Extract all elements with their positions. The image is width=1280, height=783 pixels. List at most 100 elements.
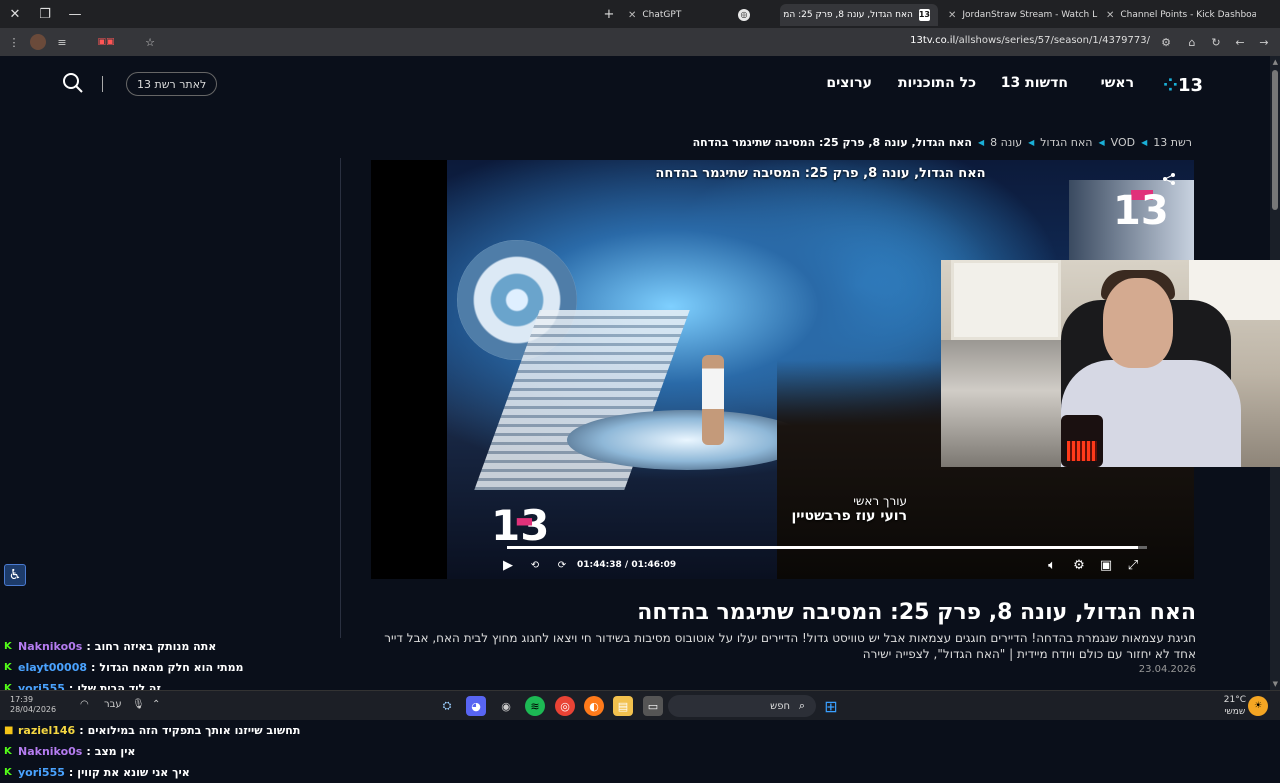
forward-10-icon[interactable]: ⟳ xyxy=(553,556,571,574)
wifi-icon[interactable]: ◠ xyxy=(80,699,89,710)
seek-bar[interactable] xyxy=(507,546,1147,549)
nav-all-shows[interactable]: כל התוכניות xyxy=(898,75,976,91)
tray-expand-icon[interactable]: ⌃ xyxy=(152,699,160,710)
chat-username[interactable]: elayt00008 xyxy=(18,661,87,674)
kick-badge-icon: K xyxy=(4,640,12,652)
profile-avatar[interactable] xyxy=(30,34,46,50)
close-tab-icon[interactable]: ✕ xyxy=(948,10,956,21)
chat-message: Kyori555: איך אני שונא את קווין xyxy=(0,762,340,783)
tab-title: Channel Points - Kick Dashboa xyxy=(1120,10,1256,20)
play-icon[interactable]: ▶ xyxy=(499,556,517,574)
logo-dots-icon: ⁘ xyxy=(1162,74,1179,96)
file-explorer-icon[interactable]: ▤ xyxy=(613,696,633,716)
kick-badge-icon: K xyxy=(4,766,12,778)
breadcrumb-item[interactable]: רשת 13 xyxy=(1153,136,1192,149)
chat-message: K Nakniko0s: אתה מנותק באיזה רחוב xyxy=(0,636,340,657)
scrollbar-thumb[interactable] xyxy=(1272,70,1278,210)
nav-home[interactable]: ראשי xyxy=(1101,75,1134,91)
reading-list-icon[interactable]: ≡ xyxy=(54,34,70,50)
chat-username[interactable]: raziel146 xyxy=(18,724,75,737)
chat-text: אתה מנותק באיזה רחוב xyxy=(94,640,217,653)
fullscreen-icon[interactable]: ⤢ xyxy=(1124,556,1142,574)
chat-text: אין מצב xyxy=(94,745,136,758)
13tv-logo[interactable]: 13 ⁘ xyxy=(1162,74,1203,96)
extension-icon[interactable]: ▣▣ xyxy=(92,34,120,50)
chat-message: K Nakniko0s: אין מצב xyxy=(0,741,340,762)
picture-in-picture-icon[interactable]: ▣ xyxy=(1097,556,1115,574)
breadcrumb-item[interactable]: עונה 8 xyxy=(990,136,1022,149)
breadcrumb-item[interactable]: האח הגדול xyxy=(1040,136,1092,149)
home-icon[interactable]: ⌂ xyxy=(1184,34,1200,50)
site-settings-icon[interactable]: ⚙ xyxy=(1158,34,1174,50)
chat-username[interactable]: Nakniko0s xyxy=(18,640,82,653)
accessibility-icon[interactable]: ♿︎ xyxy=(4,564,26,586)
weather-desc: שמשי xyxy=(1224,707,1246,717)
obs-icon[interactable]: ◉ xyxy=(496,696,516,716)
scroll-down-icon[interactable]: ▼ xyxy=(1273,680,1278,688)
windows-start-icon[interactable]: ⊞ xyxy=(821,696,841,716)
seek-bar-fill xyxy=(507,546,1138,549)
episode-description: חגיגת עצמאות שנגמרת בהדחה! הדיירים חוגגי… xyxy=(384,631,1196,661)
browser-tab-strip: ✕ ❐ — + ✕ ChatGPT ◎ 13 האח הגדול, עונה 8… xyxy=(0,0,1280,28)
search-label: חפש xyxy=(770,700,790,712)
scroll-up-icon[interactable]: ▲ xyxy=(1273,58,1278,66)
weather-widget[interactable]: 21°C שמשי xyxy=(1224,694,1246,718)
clock[interactable]: 17:39 28/04/2026 xyxy=(10,695,56,715)
chat-colon: : xyxy=(68,766,74,779)
tab-13tv[interactable]: 13 האח הגדול, עונה 8, פרק 25: המ ✕ xyxy=(780,4,938,26)
address-bar[interactable]: 13tv.co.il/allshows/series/57/season/1/4… xyxy=(910,35,1150,46)
steam-icon[interactable]: ⛭ xyxy=(437,696,457,716)
settings-gear-icon[interactable]: ⚙ xyxy=(1070,556,1088,574)
restore-window-icon[interactable]: ❐ xyxy=(30,0,60,28)
time-display: 01:44:38 / 01:46:09 xyxy=(577,560,677,570)
menu-dots-icon[interactable]: ⋮ xyxy=(6,34,22,50)
episode-date: 23.04.2026 xyxy=(1138,664,1196,675)
rewind-10-icon[interactable]: ⟲ xyxy=(526,556,544,574)
reload-icon[interactable]: ↻ xyxy=(1208,34,1224,50)
chat-username[interactable]: Nakniko0s xyxy=(18,745,82,758)
bookmark-star-icon[interactable]: ☆ xyxy=(142,34,158,50)
duration: 01:46:09 xyxy=(631,560,677,570)
tab-chatgpt[interactable]: ✕ ChatGPT ◎ xyxy=(620,4,758,26)
back-icon[interactable]: ← xyxy=(1232,34,1248,50)
search-icon[interactable] xyxy=(62,72,84,94)
site-nav: 13 ⁘ ראשי חדשות 13 כל התוכניות ערוצים לאת… xyxy=(0,56,1270,112)
chat-colon: : xyxy=(86,745,91,758)
studio-13-sign: 13 xyxy=(1069,180,1194,260)
chatgpt-icon: ◎ xyxy=(738,9,750,21)
chat-username[interactable]: yori555 xyxy=(18,766,65,779)
microphone-icon[interactable]: 🎙︎ xyxy=(132,699,145,710)
forward-icon[interactable]: → xyxy=(1256,34,1272,50)
volume-icon[interactable]: 🔈︎ xyxy=(1043,556,1061,574)
chat-message: ■ raziel146: תחשוב שייזנו אותך בתפקיד הזה … xyxy=(0,720,340,741)
tab-jordanstraw[interactable]: ✕ JordanStraw Stream - Watch Li K xyxy=(940,4,1098,26)
nav-channels[interactable]: ערוצים xyxy=(826,75,872,91)
tab-channel-points[interactable]: ✕ Channel Points - Kick Dashboa K xyxy=(1098,4,1256,26)
breadcrumb-arrow-icon: ◀ xyxy=(977,138,985,147)
close-window-icon[interactable]: ✕ xyxy=(0,0,30,28)
firefox-icon[interactable]: ◐ xyxy=(584,696,604,716)
app-window-icon[interactable]: ▭ xyxy=(643,696,663,716)
watermark-accent: ▬ xyxy=(515,508,534,532)
spotify-icon[interactable]: ≋ xyxy=(525,696,545,716)
breadcrumb-arrow-icon: ◀ xyxy=(1098,138,1105,147)
close-tab-icon[interactable]: ✕ xyxy=(628,10,636,21)
breadcrumb-item[interactable]: VOD xyxy=(1111,136,1135,149)
minimize-window-icon[interactable]: — xyxy=(60,0,90,28)
credits-name: רועי עוז פרבשטיין xyxy=(791,508,907,524)
discord-icon[interactable]: ◕ xyxy=(466,696,486,716)
video-overlay-title: האח הגדול, עונה 8, פרק 25: המסיבה שתיגמר… xyxy=(655,166,986,181)
share-icon[interactable] xyxy=(1162,172,1176,186)
site-link-button[interactable]: לאתר רשת 13 xyxy=(126,72,218,96)
nav-news[interactable]: חדשות 13 xyxy=(1001,75,1068,91)
weather-temp: 21°C xyxy=(1223,695,1246,705)
search-icon[interactable]: ⌕ xyxy=(792,696,812,716)
language-indicator[interactable]: עבר xyxy=(104,699,122,710)
url-domain: 13tv.co.il xyxy=(910,35,956,46)
close-tab-icon[interactable]: ✕ xyxy=(1106,10,1114,21)
chat-text: תחשוב שייזנו אותך בתפקיד הזה במילואים xyxy=(87,724,301,737)
kick-badge-icon: K xyxy=(4,745,12,757)
performer-figure xyxy=(702,355,724,445)
chrome-icon[interactable]: ◎ xyxy=(555,696,575,716)
breadcrumb-arrow-icon: ◀ xyxy=(1028,138,1035,147)
